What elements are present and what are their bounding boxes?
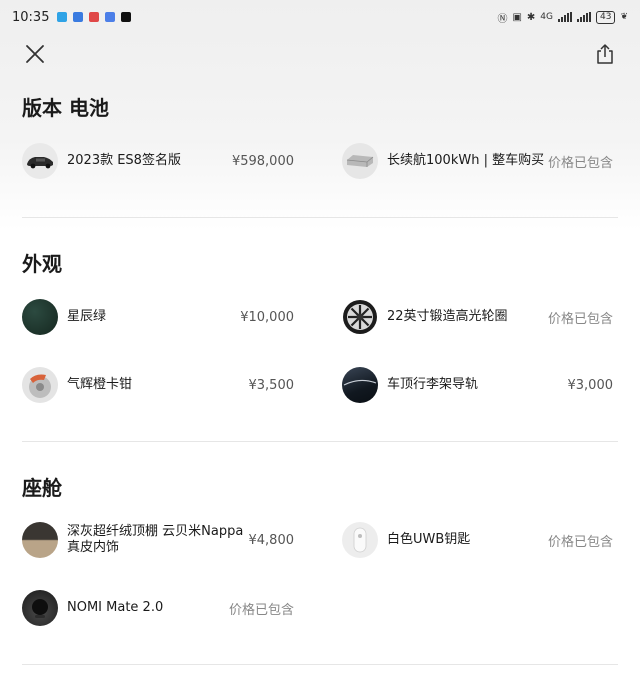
- network-type: 4G: [540, 12, 553, 22]
- item-name: 白色UWB钥匙: [387, 532, 471, 547]
- item-name-line: 真皮内饰: [67, 540, 120, 555]
- list-item-interior[interactable]: 深灰超纤绒顶棚 云贝米Nappa 真皮内饰 ¥4,800: [22, 522, 294, 558]
- item-price: ¥3,000: [567, 377, 614, 393]
- battery-pack-thumbnail: [342, 143, 378, 179]
- battery-icon: 43: [596, 10, 616, 24]
- status-bar-right: Ⓝ ▣ ✱ 4G 43 ❦: [497, 10, 628, 25]
- item-price: 价格已包含: [547, 311, 613, 327]
- item-name: 气辉橙卡钳: [67, 377, 133, 392]
- car-thumbnail: [22, 143, 58, 179]
- close-icon[interactable]: [24, 43, 46, 65]
- share-icon[interactable]: [593, 42, 617, 66]
- item-price: 价格已包含: [547, 155, 613, 171]
- item-name: 长续航100kWh | 整车购买: [387, 153, 545, 168]
- section-title-cabin: 座舱: [22, 476, 62, 500]
- key-thumbnail: [342, 522, 378, 558]
- status-bar: 10:35 Ⓝ ▣ ✱ 4G 43 ❦: [0, 0, 640, 34]
- section-title-exterior: 外观: [22, 252, 62, 276]
- item-price: 价格已包含: [547, 534, 613, 550]
- bluetooth-icon: ✱: [526, 11, 536, 23]
- section-title-version-battery: 版本 电池: [22, 96, 109, 120]
- item-price: ¥4,800: [248, 532, 295, 548]
- item-price: ¥3,500: [248, 377, 295, 393]
- list-item-battery[interactable]: 长续航100kWh | 整车购买 价格已包含: [342, 143, 613, 179]
- divider: [22, 664, 618, 665]
- wheel-thumbnail: [342, 299, 378, 335]
- status-bar-left: 10:35: [12, 9, 132, 25]
- signal-icon: [577, 12, 591, 22]
- divider: [22, 441, 618, 442]
- caliper-thumbnail: [22, 367, 58, 403]
- item-name: 深灰超纤绒顶棚 云贝米Nappa 真皮内饰: [67, 524, 243, 556]
- item-price: ¥598,000: [231, 153, 294, 169]
- nomi-thumbnail: [22, 590, 58, 626]
- roof-rail-thumbnail: [342, 367, 378, 403]
- list-item-wheels[interactable]: 22英寸锻造高光轮圈 价格已包含: [342, 299, 613, 335]
- item-name: 22英寸锻造高光轮圈: [387, 309, 508, 324]
- item-price: 价格已包含: [228, 602, 294, 618]
- tiktok-icon: [121, 12, 132, 22]
- nfc-icon: Ⓝ: [497, 13, 508, 25]
- list-item-roof-rail[interactable]: 车顶行李架导轨 ¥3,000: [342, 367, 613, 403]
- list-item-model[interactable]: 2023款 ES8签名版 ¥598,000: [22, 143, 294, 179]
- battery-level: 43: [600, 11, 612, 22]
- item-name-line: 深灰超纤绒顶棚 云贝米Nappa: [67, 524, 244, 539]
- item-name: 车顶行李架导轨: [387, 377, 479, 392]
- vibrate-icon: ▣: [512, 11, 522, 23]
- interior-swatch: [22, 522, 58, 558]
- item-name: 星辰绿: [67, 309, 107, 324]
- divider: [22, 217, 618, 218]
- item-name: NOMI Mate 2.0: [67, 600, 164, 615]
- leaf-icon: ❦: [620, 12, 628, 22]
- list-item-nomi[interactable]: NOMI Mate 2.0 价格已包含: [22, 590, 294, 626]
- paint-swatch: [22, 299, 58, 335]
- item-price: ¥10,000: [240, 309, 294, 325]
- app-notification-icon: [105, 12, 116, 22]
- app-notification-icon: [89, 12, 100, 22]
- item-name: 2023款 ES8签名版: [67, 153, 181, 168]
- list-item-paint[interactable]: 星辰绿 ¥10,000: [22, 299, 294, 335]
- signal-icon: [558, 12, 572, 22]
- list-item-caliper[interactable]: 气辉橙卡钳 ¥3,500: [22, 367, 294, 403]
- app-notification-icon: [73, 12, 84, 22]
- list-item-uwb-key[interactable]: 白色UWB钥匙 价格已包含: [342, 522, 613, 558]
- app-notification-icon: [57, 12, 68, 22]
- clock: 10:35: [12, 9, 50, 25]
